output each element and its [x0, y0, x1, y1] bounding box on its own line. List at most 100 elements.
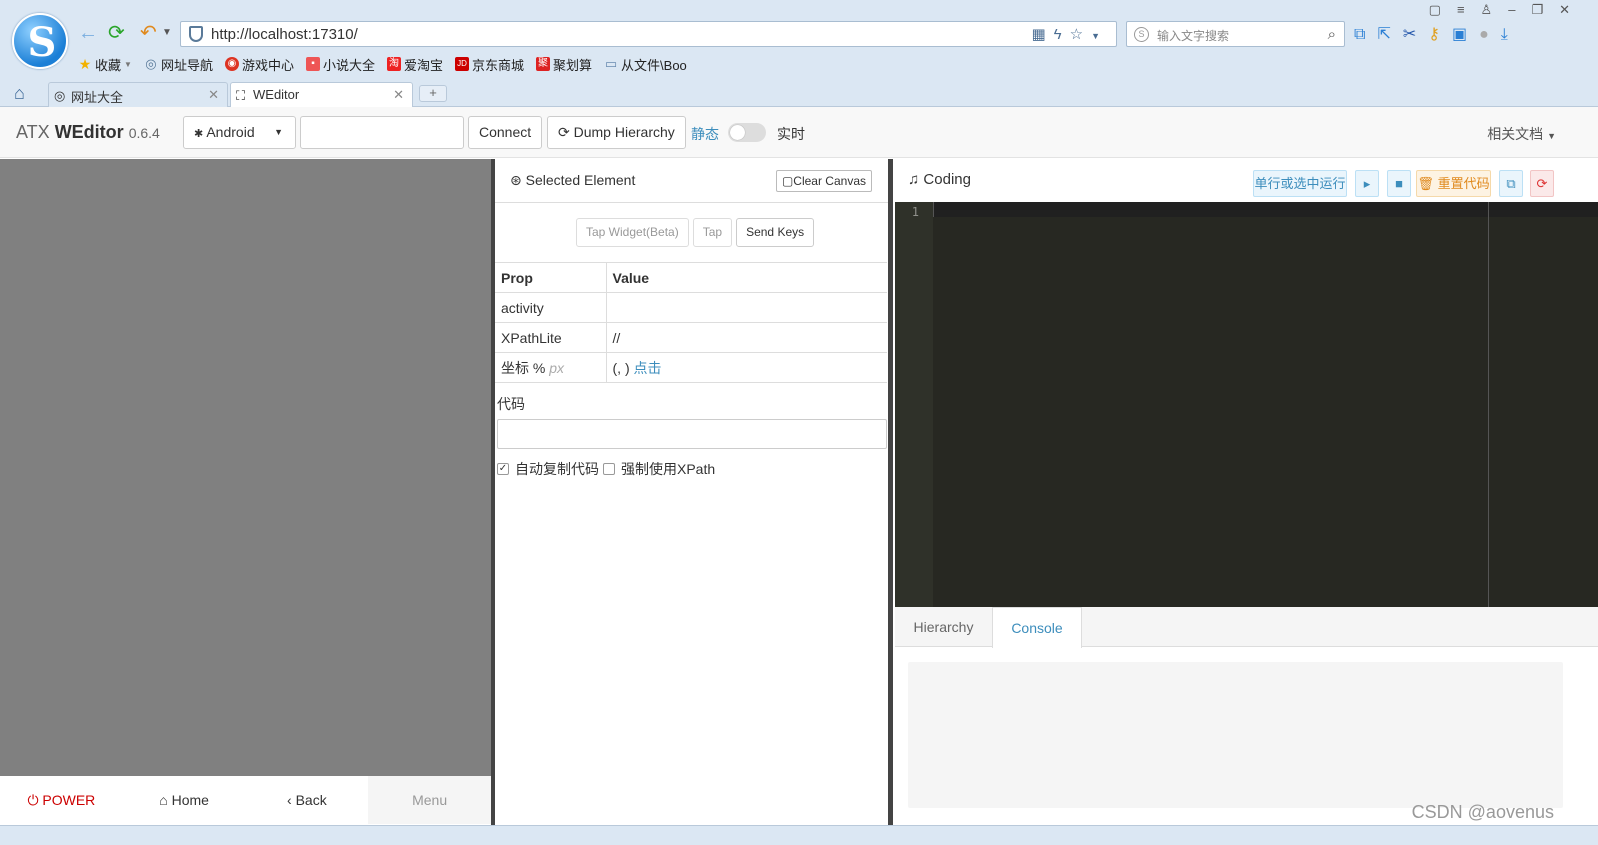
table-row: 坐标 % px (, ) 点击 — [495, 352, 887, 383]
minimize-icon[interactable]: – — [1508, 2, 1531, 17]
code-input[interactable] — [497, 419, 887, 449]
translate-icon[interactable]: ⧉ — [1354, 26, 1377, 43]
auto-copy-checkbox[interactable]: ✓ — [497, 463, 509, 475]
stop-icon[interactable]: ■ — [1387, 170, 1411, 197]
device-screen-canvas[interactable] — [0, 159, 491, 776]
tab-hierarchy[interactable]: Hierarchy — [895, 607, 992, 647]
menu-icon[interactable]: ≡ — [1457, 2, 1481, 17]
connect-button[interactable]: Connect — [468, 116, 543, 149]
bookmark-novels[interactable]: ▪ 小说大全 — [305, 55, 375, 73]
reload-icon[interactable]: ⟳ — [1530, 170, 1554, 197]
bookmark-folder[interactable]: ▭ 从文件\Boo — [604, 55, 687, 73]
table-row: activity — [495, 292, 887, 323]
address-bar[interactable]: http://localhost:17310/ ▦ϟ☆▼ — [180, 21, 1117, 47]
toolbar-icons: ⧉⇱✂⚷▣●⤓ — [1354, 24, 1520, 44]
window-controls: ▢≡♙–❐✕ — [1429, 2, 1586, 18]
refresh-icon: ⟳ — [558, 124, 570, 140]
play-icon[interactable]: ▸ — [1355, 170, 1379, 197]
download-icon[interactable]: ⤓ — [1501, 26, 1520, 43]
send-keys-button[interactable]: Send Keys — [736, 218, 815, 247]
bookmark-favorites[interactable]: ★ 收藏 ▼ — [78, 55, 132, 73]
new-tab-button[interactable]: + — [419, 85, 447, 102]
run-selected-button[interactable]: 单行或选中运行 — [1253, 170, 1347, 197]
badge-icon[interactable]: ▢ — [1429, 2, 1457, 17]
dump-hierarchy-button[interactable]: ⟳ Dump Hierarchy — [547, 116, 686, 149]
jd-icon: JD — [455, 57, 469, 71]
scissors-icon[interactable]: ✂ — [1403, 26, 1428, 43]
home-icon[interactable]: ⌂ — [14, 83, 25, 104]
chevron-down-icon[interactable]: ▼ — [162, 22, 172, 44]
click-coord-link[interactable]: 点击 — [634, 360, 662, 376]
refresh-icon[interactable]: ⟳ — [108, 22, 125, 44]
prop-cell: XPathLite — [495, 322, 607, 353]
key-icon[interactable]: ⚷ — [1428, 26, 1452, 43]
window-icon[interactable]: ▣ — [1452, 26, 1479, 43]
tab-weditor[interactable]: ⛶ WEditor ✕ — [230, 82, 413, 107]
live-mode-toggle[interactable] — [728, 123, 766, 142]
bookmarks-bar: ★ 收藏 ▼ ◎ 网址导航 ◉ 游戏中心 ▪ 小说大全 淘爱淘宝 JD 京东商城 聚聚划算 … — [78, 55, 687, 73]
bookmark-juhuasuan[interactable]: 聚聚划算 — [536, 55, 592, 73]
app-header: ATX WEditor 0.6.4 ✱ Android ▼ Connect ⟳ … — [0, 107, 1598, 158]
book-icon: ▪ — [305, 57, 320, 71]
bookmark-games[interactable]: ◉ 游戏中心 — [224, 55, 294, 73]
code-options: ✓ 自动复制代码 强制使用XPath — [497, 461, 716, 477]
search-placeholder: 输入文字搜索 — [1157, 29, 1230, 43]
element-actions: Tap Widget(Beta) Tap Send Keys — [576, 218, 815, 247]
tab-console[interactable]: Console — [992, 607, 1082, 648]
star-icon[interactable]: ☆ — [1070, 26, 1091, 43]
chevron-down-icon[interactable]: ▼ — [1091, 31, 1108, 41]
inspector-pane: ⊛ Selected Element ▢Clear Canvas Tap Wid… — [495, 159, 888, 825]
props-table: Prop Value activity XPathLite // 坐标 % px… — [495, 262, 887, 383]
qrcode-icon[interactable]: ▦ — [1031, 26, 1053, 43]
px-toggle[interactable]: px — [549, 360, 564, 376]
code-editor[interactable]: 1 — [895, 202, 1598, 607]
home-button[interactable]: ⌂ Home — [123, 776, 246, 824]
weditor-favicon-icon: ⛶ — [236, 88, 246, 103]
tap-button[interactable]: Tap — [692, 218, 733, 247]
skin-icon[interactable]: ♙ — [1481, 2, 1509, 17]
address-tools: ▦ϟ☆▼ — [1031, 25, 1108, 43]
restore-icon[interactable]: ❐ — [1531, 2, 1559, 17]
docs-dropdown[interactable]: 相关文档 ▼ — [1487, 124, 1556, 144]
more-icon[interactable]: ● — [1479, 26, 1501, 43]
platform-select[interactable]: ✱ Android ▼ — [183, 116, 296, 149]
folder-icon: ▭ — [604, 56, 618, 71]
close-icon[interactable]: ✕ — [393, 87, 404, 103]
lightning-icon[interactable]: ϟ — [1054, 26, 1070, 43]
extension-icon[interactable]: ⇱ — [1377, 26, 1402, 43]
juhuasuan-icon: 聚 — [536, 57, 551, 71]
copy-icon[interactable]: ⧉ — [1499, 170, 1523, 197]
search-icon[interactable]: ⌕ — [1328, 26, 1336, 43]
menu-button[interactable]: Menu — [368, 776, 491, 824]
live-mode-label: 实时 — [777, 126, 805, 142]
reset-code-button[interactable]: 🗑 重置代码 — [1416, 170, 1491, 197]
bookmark-nav[interactable]: ◎ 网址导航 — [144, 55, 213, 73]
power-button[interactable]: ⏻ POWER — [0, 776, 123, 824]
search-box[interactable]: S 输入文字搜索 ⌕ — [1126, 21, 1345, 47]
watermark: CSDN @aovenus — [1411, 802, 1554, 822]
status-bar — [0, 825, 1598, 845]
tab-nav[interactable]: ◎ 网址大全 ✕ — [48, 82, 228, 107]
tap-widget-button[interactable]: Tap Widget(Beta) — [576, 218, 689, 247]
table-header-row: Prop Value — [495, 262, 887, 293]
close-icon[interactable]: ✕ — [208, 87, 219, 103]
prop-cell: activity — [495, 292, 607, 323]
back-button[interactable]: ‹ Back — [246, 776, 369, 824]
bookmark-taobao[interactable]: 淘爱淘宝 — [386, 55, 443, 73]
undo-icon[interactable]: ↶ — [140, 22, 157, 44]
console-output — [908, 662, 1563, 808]
force-xpath-checkbox[interactable] — [603, 463, 615, 475]
taobao-icon: 淘 — [386, 57, 401, 71]
url-text[interactable]: http://localhost:17310/ — [211, 26, 358, 43]
home-icon: ⌂ — [159, 792, 168, 808]
target-icon: ⊛ — [510, 172, 522, 188]
bottom-tabs: Hierarchy Console — [895, 607, 1598, 648]
back-arrow-icon[interactable]: ← — [78, 22, 98, 44]
close-icon[interactable]: ✕ — [1559, 2, 1586, 17]
table-row: XPathLite // — [495, 322, 887, 353]
browser-chrome: S ← ⟳ ↶ ▼ http://localhost:17310/ ▦ϟ☆▼ S… — [0, 0, 1598, 107]
bookmark-jd[interactable]: JD 京东商城 — [455, 55, 524, 73]
device-serial-input[interactable] — [300, 116, 464, 149]
clear-canvas-button[interactable]: ▢Clear Canvas — [775, 170, 872, 192]
browser-logo[interactable]: S — [12, 13, 68, 69]
